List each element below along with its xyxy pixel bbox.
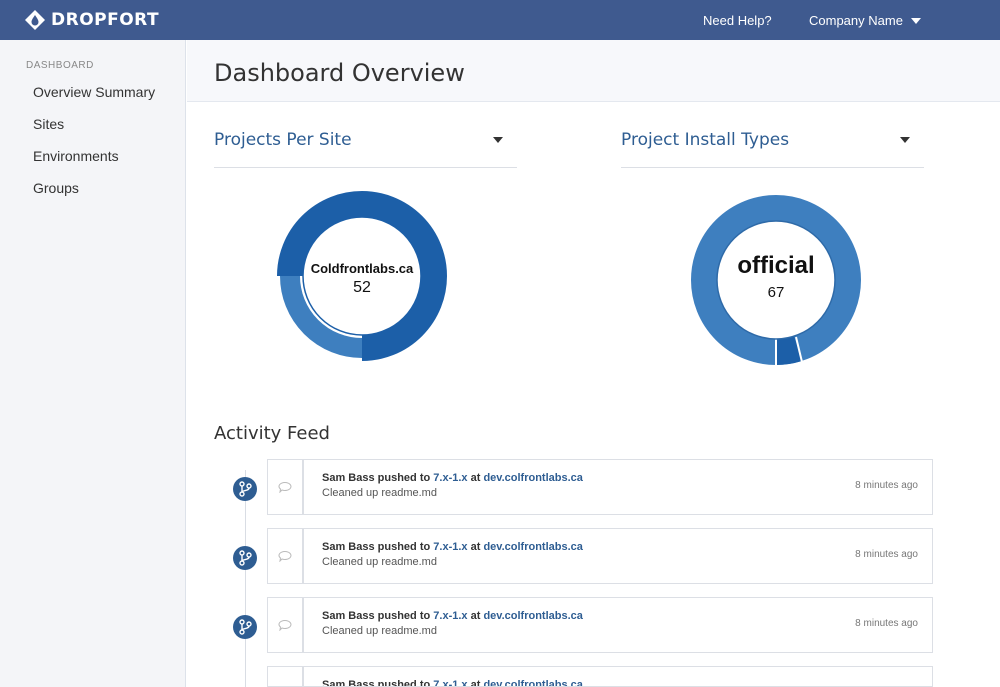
install-types-dropdown-icon[interactable] (900, 137, 910, 143)
page-title: Dashboard Overview (214, 59, 465, 87)
activity-time: 8 minutes ago (855, 618, 918, 629)
comment-icon (278, 482, 292, 493)
install-types-title: Project Install Types (621, 130, 790, 150)
activity-item[interactable]: Sam Bass pushed to 7.x-1.x at dev.colfro… (303, 666, 933, 687)
activity-branch-link[interactable]: 7.x-1.x (433, 541, 467, 553)
sidebar-item-overview-summary[interactable]: Overview Summary (33, 84, 155, 100)
comment-icon (278, 551, 292, 562)
comment-button[interactable] (267, 528, 303, 584)
logo[interactable]: DROPFORT (24, 9, 159, 31)
activity-time: 8 minutes ago (855, 480, 918, 491)
sidebar-item-groups[interactable]: Groups (33, 180, 79, 196)
activity-message: Cleaned up readme.md (322, 487, 437, 499)
activity-site-link[interactable]: dev.colfrontlabs.ca (483, 679, 582, 686)
activity-user[interactable]: Sam Bass (322, 472, 375, 484)
activity-user[interactable]: Sam Bass (322, 679, 375, 686)
projects-per-site-chart (277, 191, 447, 361)
activity-item[interactable]: Sam Bass pushed to 7.x-1.x at dev.colfro… (303, 597, 933, 653)
activity-action: pushed to (377, 679, 431, 687)
git-push-icon (233, 615, 257, 639)
activity-at: at (470, 472, 481, 484)
activity-message: Cleaned up readme.md (322, 556, 437, 568)
activity-time: 8 minutes ago (855, 549, 918, 560)
activity-feed-title: Activity Feed (214, 423, 330, 444)
projects-per-site-dropdown-icon[interactable] (493, 137, 503, 143)
top-bar: DROPFORT Need Help? Company Name (0, 0, 1000, 40)
git-push-icon (233, 546, 257, 570)
activity-branch-link[interactable]: 7.x-1.x (433, 610, 467, 622)
chevron-down-icon (910, 17, 921, 24)
activity-site-link[interactable]: dev.colfrontlabs.ca (483, 610, 582, 622)
comment-icon (278, 620, 292, 631)
dropfort-logo-icon (25, 10, 45, 30)
activity-branch-link[interactable]: 7.x-1.x (433, 679, 467, 686)
activity-item[interactable]: Sam Bass pushed to 7.x-1.x at dev.colfro… (303, 528, 933, 584)
projects-per-site-title: Projects Per Site (214, 130, 352, 150)
activity-at: at (470, 679, 481, 687)
activity-at: at (470, 610, 481, 622)
activity-action: pushed to (377, 610, 431, 622)
activity-user[interactable]: Sam Bass (322, 610, 375, 622)
activity-site-link[interactable]: dev.colfrontlabs.ca (483, 541, 582, 553)
company-menu[interactable]: Company Name (809, 13, 921, 28)
activity-action: pushed to (377, 472, 431, 484)
page-header: Dashboard Overview (187, 40, 1000, 102)
git-push-icon (233, 477, 257, 501)
comment-button[interactable] (267, 666, 303, 687)
sidebar-item-environments[interactable]: Environments (33, 148, 119, 164)
projects-per-site-center-label: Coldfrontlabs.ca (310, 261, 414, 276)
activity-action: pushed to (377, 541, 431, 553)
activity-site-link[interactable]: dev.colfrontlabs.ca (483, 472, 582, 484)
brand-name: DROPFORT (51, 10, 160, 30)
activity-message: Cleaned up readme.md (322, 625, 437, 637)
sidebar-item-sites[interactable]: Sites (33, 116, 64, 132)
projects-per-site-header: Projects Per Site (214, 128, 517, 168)
donut-segment-other[interactable] (775, 336, 802, 366)
comment-button[interactable] (267, 597, 303, 653)
comment-button[interactable] (267, 459, 303, 515)
need-help-link[interactable]: Need Help? (703, 13, 772, 28)
sidebar-heading: DASHBOARD (26, 60, 94, 71)
sidebar: DASHBOARD Overview Summary Sites Environ… (0, 40, 186, 687)
projects-per-site-center-value: 52 (353, 279, 371, 296)
install-types-center-value: 67 (767, 284, 785, 301)
activity-at: at (470, 541, 481, 553)
activity-branch-link[interactable]: 7.x-1.x (433, 472, 467, 484)
activity-item[interactable]: Sam Bass pushed to 7.x-1.x at dev.colfro… (303, 459, 933, 515)
company-name-label: Company Name (809, 13, 903, 28)
timeline-line (245, 470, 246, 687)
install-types-header: Project Install Types (621, 128, 924, 168)
install-types-center-label: official (737, 252, 815, 279)
activity-user[interactable]: Sam Bass (322, 541, 375, 553)
install-types-chart (691, 195, 861, 366)
